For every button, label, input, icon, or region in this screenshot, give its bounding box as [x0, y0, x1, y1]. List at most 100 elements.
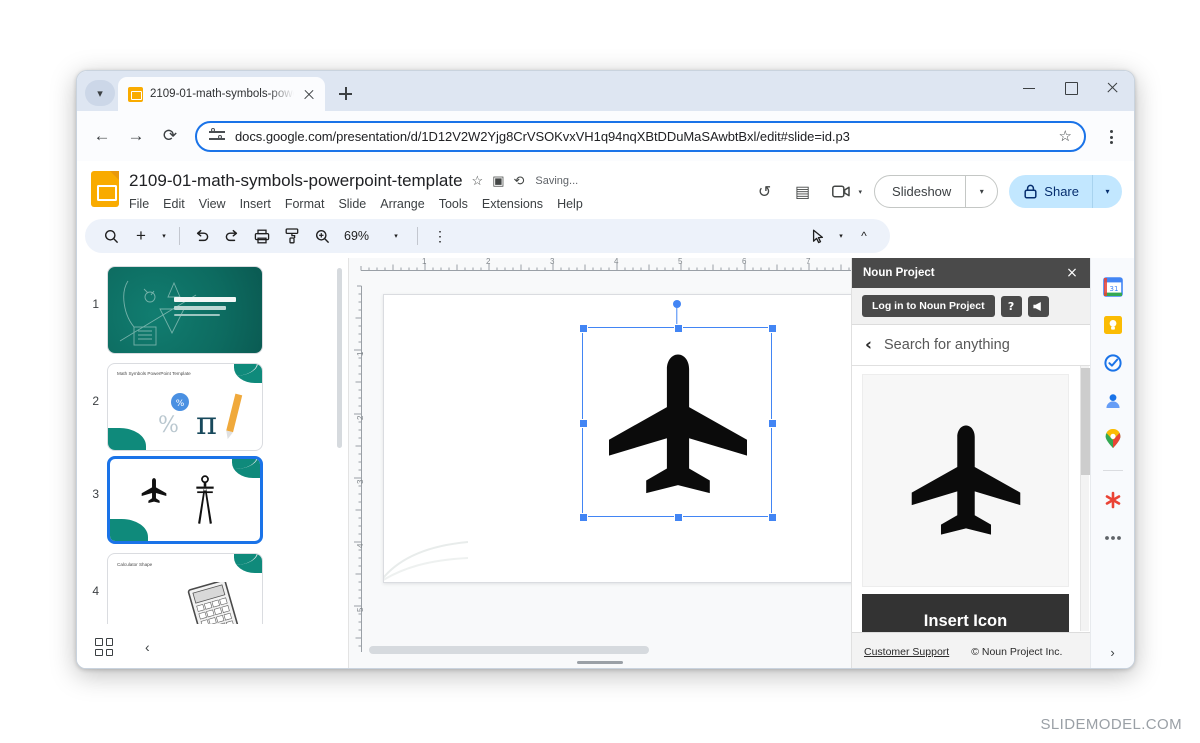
slide-canvas[interactable]: [383, 294, 851, 583]
customer-support-link[interactable]: Customer Support: [864, 646, 949, 658]
zoom-caret-icon[interactable]: ▾: [389, 232, 403, 240]
search-input[interactable]: Search for anything: [884, 337, 1010, 353]
menu-format[interactable]: Format: [285, 197, 325, 211]
undo-icon[interactable]: [188, 222, 216, 250]
login-button[interactable]: Log in to Noun Project: [862, 295, 995, 317]
object-selection-box[interactable]: [579, 300, 777, 522]
filmstrip-slide-2[interactable]: 2 Math Symbols PowerPoint Template % % π: [77, 363, 339, 451]
scrollbar-thumb[interactable]: [369, 646, 649, 654]
slide-filmstrip[interactable]: 1 2 Math Symbols PowerPoint Template % %…: [77, 258, 349, 668]
version-history-icon[interactable]: ↺: [749, 176, 781, 208]
select-tool-caret-icon[interactable]: ▾: [834, 232, 848, 240]
resize-handle-n[interactable]: [674, 324, 683, 333]
menu-view[interactable]: View: [199, 197, 226, 211]
menu-tools[interactable]: Tools: [439, 197, 468, 211]
slide-thumbnail[interactable]: [107, 266, 263, 354]
redo-icon[interactable]: [218, 222, 246, 250]
airplane-icon[interactable]: [603, 350, 753, 500]
collapse-toolbar-icon[interactable]: ^: [850, 222, 878, 250]
google-calendar-icon[interactable]: 31: [1102, 276, 1124, 298]
star-document-icon[interactable]: ☆: [472, 173, 484, 189]
tab-close-icon[interactable]: [301, 86, 317, 102]
collapse-filmstrip-icon[interactable]: ‹: [145, 639, 150, 655]
toolbar-more-icon[interactable]: ⋮: [426, 222, 454, 250]
menu-help[interactable]: Help: [557, 197, 583, 211]
grid-view-icon[interactable]: [95, 638, 113, 656]
menu-slide[interactable]: Slide: [338, 197, 366, 211]
menu-extensions[interactable]: Extensions: [482, 197, 543, 211]
addon-asterisk-icon[interactable]: [1102, 489, 1124, 511]
panel-scrollbar[interactable]: [1080, 366, 1090, 631]
drive-sync-icon[interactable]: ⟲: [514, 173, 525, 189]
scrollbar-thumb[interactable]: [1081, 368, 1090, 475]
menu-edit[interactable]: Edit: [163, 197, 185, 211]
slide-thumbnail[interactable]: Math Symbols PowerPoint Template % % π: [107, 363, 263, 451]
google-slides-logo-icon[interactable]: [91, 171, 119, 207]
back-button[interactable]: ←: [87, 121, 117, 151]
expand-rail-icon[interactable]: ›: [1110, 645, 1114, 660]
help-icon[interactable]: ?: [1000, 295, 1022, 317]
share-caret-icon[interactable]: ▾: [1092, 175, 1122, 208]
new-slide-caret-icon[interactable]: ▾: [157, 232, 171, 240]
back-chevron-icon[interactable]: ‹: [865, 335, 872, 355]
zoom-icon[interactable]: [308, 222, 336, 250]
slideshow-caret-icon[interactable]: ▾: [965, 176, 997, 207]
bookmark-star-icon[interactable]: ☆: [1059, 127, 1072, 145]
comment-icon[interactable]: ▤: [787, 176, 819, 208]
forward-button[interactable]: →: [121, 121, 151, 151]
move-to-folder-icon[interactable]: ▣: [492, 173, 504, 189]
more-addons-icon[interactable]: [1102, 527, 1124, 549]
slide-thumbnail-selected[interactable]: [107, 456, 263, 544]
google-maps-icon[interactable]: [1102, 428, 1124, 450]
slide-editor[interactable]: 1 2 3 4 5 6 7 8: [349, 258, 851, 668]
close-icon[interactable]: ×: [1063, 265, 1081, 281]
site-settings-icon[interactable]: [209, 128, 225, 143]
zoom-level-value[interactable]: 69%: [338, 229, 373, 243]
window-close-button[interactable]: [1092, 71, 1134, 105]
share-button[interactable]: Share ▾: [1009, 175, 1122, 208]
resize-handle-w[interactable]: [579, 419, 588, 428]
noun-project-panel[interactable]: Noun Project × Log in to Noun Project ? …: [851, 258, 1090, 668]
resize-handle-nw[interactable]: [579, 324, 588, 333]
menu-arrange[interactable]: Arrange: [380, 197, 424, 211]
speaker-notes-grip[interactable]: [577, 661, 623, 664]
new-tab-button[interactable]: [331, 80, 359, 108]
new-slide-button[interactable]: +: [127, 222, 155, 250]
menu-insert[interactable]: Insert: [240, 197, 271, 211]
megaphone-icon[interactable]: [1027, 295, 1049, 317]
slideshow-button[interactable]: Slideshow ▾: [874, 175, 999, 208]
search-icon[interactable]: [97, 222, 125, 250]
tab-search-chevron-icon[interactable]: ▾: [85, 80, 115, 106]
resize-handle-se[interactable]: [768, 513, 777, 522]
reload-button[interactable]: ⟳: [155, 121, 185, 151]
select-tool-icon[interactable]: [804, 222, 832, 250]
menu-file[interactable]: File: [129, 197, 149, 211]
noun-project-search-row[interactable]: ‹ Search for anything: [852, 325, 1090, 366]
meet-caret-icon[interactable]: ▾: [859, 188, 863, 196]
filmstrip-slide-1[interactable]: 1: [77, 266, 339, 354]
paint-format-icon[interactable]: [278, 222, 306, 250]
print-icon[interactable]: [248, 222, 276, 250]
window-minimize-button[interactable]: [1008, 71, 1050, 105]
share-main[interactable]: Share: [1009, 184, 1092, 199]
google-keep-icon[interactable]: [1102, 314, 1124, 336]
slide-number: 2: [92, 394, 99, 408]
browser-menu-icon[interactable]: [1098, 122, 1124, 150]
resize-handle-sw[interactable]: [579, 513, 588, 522]
document-title[interactable]: 2109-01-math-symbols-powerpoint-template: [129, 171, 463, 191]
browser-tab[interactable]: 2109-01-math-symbols-powerp: [118, 77, 325, 111]
google-tasks-icon[interactable]: [1102, 352, 1124, 374]
canvas-horizontal-scrollbar[interactable]: [369, 646, 837, 654]
filmstrip-scrollbar[interactable]: [337, 268, 342, 448]
rotate-handle[interactable]: [673, 300, 681, 308]
icon-preview-tile[interactable]: [862, 374, 1069, 587]
window-maximize-button[interactable]: [1050, 71, 1092, 105]
address-bar[interactable]: docs.google.com/presentation/d/1D12V2W2Y…: [195, 120, 1086, 152]
resize-handle-s[interactable]: [674, 513, 683, 522]
google-contacts-icon[interactable]: [1102, 390, 1124, 412]
resize-handle-ne[interactable]: [768, 324, 777, 333]
meet-camera-icon[interactable]: [825, 176, 857, 208]
filmstrip-slide-3[interactable]: 3: [77, 456, 339, 544]
resize-handle-e[interactable]: [768, 419, 777, 428]
ruler-label-v: 5: [356, 607, 365, 612]
